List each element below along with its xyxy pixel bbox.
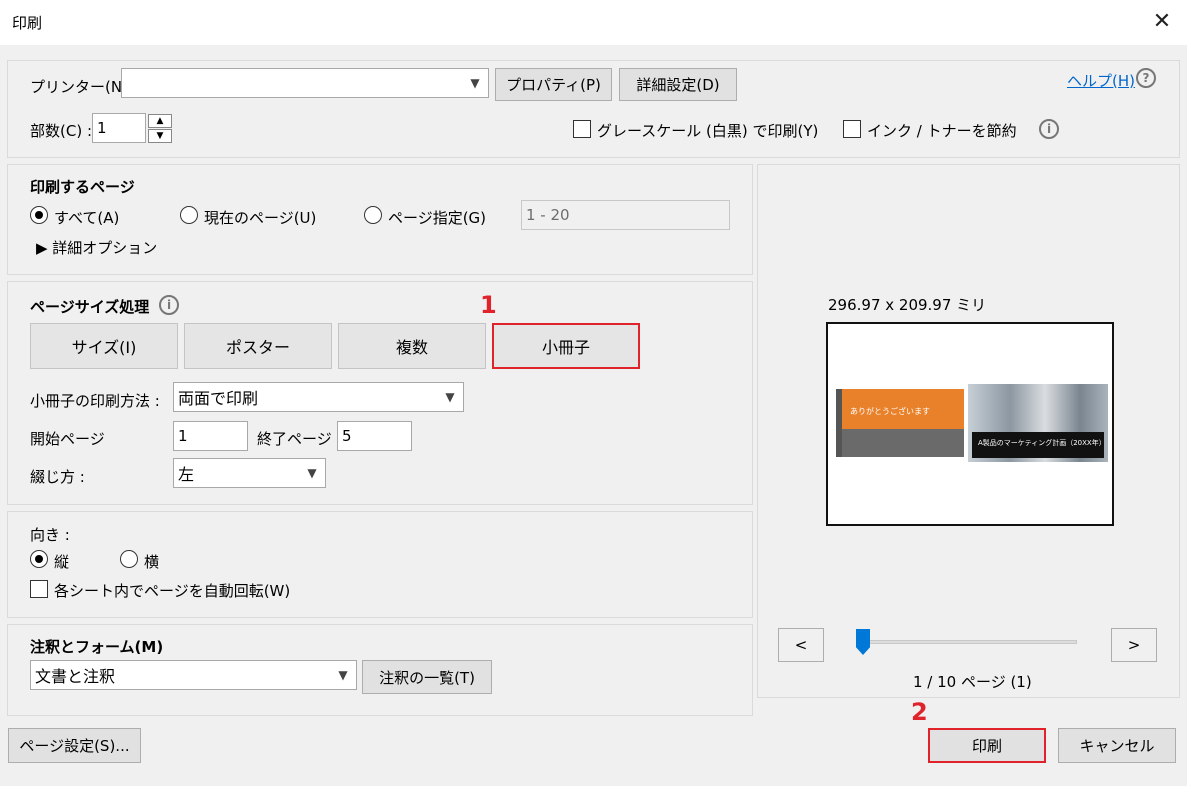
save-ink-info-icon[interactable]: i xyxy=(1039,119,1059,139)
orientation-title: 向き : xyxy=(30,526,70,544)
chevron-down-icon: ▼ xyxy=(470,76,480,90)
copies-label: 部数(C) : xyxy=(30,122,92,140)
chevron-down-icon: ▼ xyxy=(445,390,455,404)
all-pages-label: すべて(A) xyxy=(54,209,120,227)
preview-slide-left: ありがとうございます xyxy=(836,389,964,457)
slide-right-title: A製品のマーケティング計画（20XX年） xyxy=(978,439,1106,447)
current-page-label: 現在のページ(U) xyxy=(204,209,317,227)
paper-size-text: 296.97 x 209.97 ミリ xyxy=(828,296,987,314)
step2-annotation: 2 xyxy=(911,698,928,726)
current-page-radio[interactable] xyxy=(180,206,198,224)
orientation-panel xyxy=(7,511,753,618)
multiple-button[interactable]: 複数 xyxy=(338,323,486,369)
help-link[interactable]: ヘルプ(H) xyxy=(1067,70,1135,91)
auto-rotate-checkbox[interactable] xyxy=(30,580,48,598)
booklet-button[interactable]: 小冊子 xyxy=(492,323,640,369)
save-ink-label: インク / トナーを節約 xyxy=(867,122,1017,140)
comments-select[interactable]: 文書と注釈 ▼ xyxy=(30,660,357,690)
binding-select[interactable]: 左 ▼ xyxy=(173,458,326,488)
landscape-label: 横 xyxy=(144,553,160,571)
start-page-input[interactable]: 1 xyxy=(173,421,248,451)
step1-annotation: 1 xyxy=(480,291,497,319)
all-pages-radio[interactable] xyxy=(30,206,48,224)
booklet-subset-value: 両面で印刷 xyxy=(178,389,259,408)
comments-title: 注釈とフォーム(M) xyxy=(30,638,164,656)
help-icon[interactable]: ? xyxy=(1136,68,1156,88)
close-icon[interactable]: ✕ xyxy=(1148,6,1176,38)
booklet-subset-label: 小冊子の印刷方法 : xyxy=(30,392,160,410)
chevron-down-icon: ▼ xyxy=(338,668,348,682)
booklet-subset-select[interactable]: 両面で印刷 ▼ xyxy=(173,382,464,412)
page-sizing-title: ページサイズ処理 xyxy=(30,298,150,316)
page-range-label: ページ指定(G) xyxy=(388,209,487,227)
printer-select[interactable]: ▼ xyxy=(121,68,489,98)
poster-button[interactable]: ポスター xyxy=(184,323,332,369)
auto-rotate-label: 各シート内でページを自動回転(W) xyxy=(54,582,291,600)
next-page-button[interactable]: > xyxy=(1111,628,1157,662)
comments-value: 文書と注釈 xyxy=(35,667,116,686)
landscape-radio[interactable] xyxy=(120,550,138,568)
binding-label: 綴じ方 : xyxy=(30,468,85,486)
preview-slide-right: A製品のマーケティング計画（20XX年） xyxy=(968,384,1108,462)
more-options-toggle[interactable]: ▶ 詳細オプション xyxy=(36,237,157,258)
title-bar xyxy=(0,0,1187,45)
prev-page-button[interactable]: < xyxy=(778,628,824,662)
start-page-label: 開始ページ xyxy=(30,430,105,448)
page-sizing-info-icon[interactable]: i xyxy=(159,295,179,315)
size-button[interactable]: サイズ(I) xyxy=(30,323,178,369)
end-page-label: 終了ページ xyxy=(257,430,332,448)
print-button[interactable]: 印刷 xyxy=(928,728,1046,763)
chevron-down-icon: ▼ xyxy=(307,466,317,480)
pages-title: 印刷するページ xyxy=(30,178,135,196)
portrait-label: 縦 xyxy=(54,553,70,571)
properties-button[interactable]: プロパティ(P) xyxy=(495,68,612,101)
copies-down-icon[interactable]: ▼ xyxy=(148,129,172,143)
copies-input[interactable]: 1 xyxy=(92,113,146,143)
grayscale-checkbox[interactable] xyxy=(573,120,591,138)
grayscale-label: グレースケール (白黒) で印刷(Y) xyxy=(597,122,819,140)
page-range-input[interactable]: 1 - 20 xyxy=(521,200,730,230)
binding-value: 左 xyxy=(178,465,195,484)
page-indicator: 1 / 10 ページ (1) xyxy=(913,673,1032,691)
slide-left-title: ありがとうございます xyxy=(850,407,930,416)
copies-up-icon[interactable]: ▲ xyxy=(148,114,172,128)
advanced-button[interactable]: 詳細設定(D) xyxy=(619,68,737,101)
portrait-radio[interactable] xyxy=(30,550,48,568)
cancel-button[interactable]: キャンセル xyxy=(1058,728,1176,763)
page-range-radio[interactable] xyxy=(364,206,382,224)
end-page-input[interactable]: 5 xyxy=(337,421,412,451)
save-ink-checkbox[interactable] xyxy=(843,120,861,138)
page-slider-track[interactable] xyxy=(862,640,1077,644)
window-title: 印刷 xyxy=(12,14,43,32)
page-setup-button[interactable]: ページ設定(S)... xyxy=(8,728,141,763)
comment-summary-button[interactable]: 注釈の一覧(T) xyxy=(362,660,492,694)
